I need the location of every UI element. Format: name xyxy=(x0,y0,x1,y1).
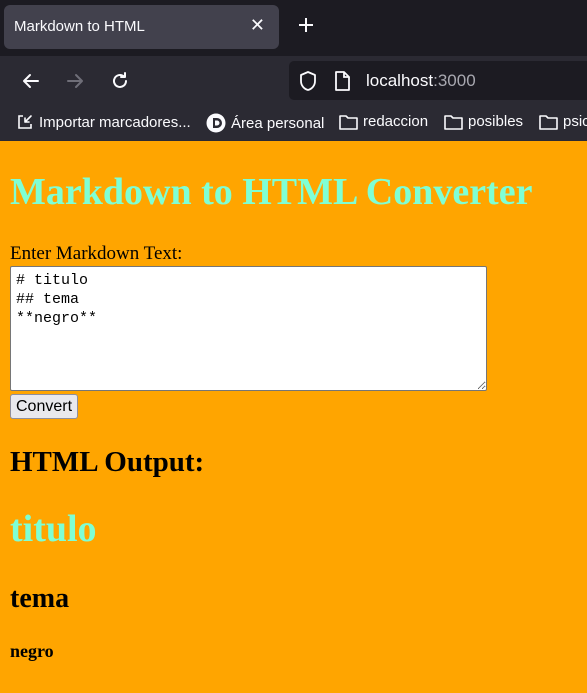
folder-icon xyxy=(444,114,463,130)
bookmark-label: Área personal xyxy=(231,114,325,132)
output-h2: tema xyxy=(10,583,70,614)
shield-icon[interactable] xyxy=(298,70,318,97)
folder-icon xyxy=(539,114,558,130)
markdown-input-label: Enter Markdown Text: xyxy=(10,243,183,264)
url-host: localhost xyxy=(366,71,434,90)
bookmark-label: psic xyxy=(563,113,587,130)
output-h1: titulo xyxy=(10,508,97,550)
browser-tab[interactable]: Markdown to HTML ✕ xyxy=(4,5,279,49)
new-tab-icon[interactable] xyxy=(293,12,319,38)
reload-icon[interactable] xyxy=(105,66,135,96)
markdown-input[interactable]: # titulo ## tema **negro** xyxy=(10,266,487,391)
page-title: Markdown to HTML Converter xyxy=(10,171,533,213)
page-info-icon[interactable] xyxy=(334,71,350,96)
tab-title: Markdown to HTML xyxy=(14,18,145,35)
url-port: :3000 xyxy=(433,71,476,90)
tab-strip: Markdown to HTML ✕ xyxy=(0,0,587,56)
output-heading: HTML Output: xyxy=(10,446,205,478)
url-bar[interactable]: localhost:3000 xyxy=(289,61,587,100)
bookmark-label: posibles xyxy=(468,113,524,130)
convert-button[interactable]: Convert xyxy=(10,394,79,419)
navigation-toolbar: localhost:3000 xyxy=(0,56,587,106)
bookmark-label: Importar marcadores... xyxy=(39,113,191,131)
bookmark-label: redaccion xyxy=(363,113,429,130)
bookmark-import[interactable]: Importar marcadores... xyxy=(16,113,191,131)
bookmark-folder-posibles[interactable]: posibles xyxy=(444,113,523,130)
bookmark-folder-psic[interactable]: psic xyxy=(539,113,587,130)
forward-arrow-icon[interactable] xyxy=(60,66,90,96)
bookmark-area-personal[interactable]: Área personal xyxy=(206,113,324,133)
site-logo-icon xyxy=(206,113,226,133)
close-tab-icon[interactable]: ✕ xyxy=(250,16,265,34)
browser-chrome: Markdown to HTML ✕ localhost:3000 Import… xyxy=(0,0,587,141)
bookmarks-toolbar: Importar marcadores... Área personal red… xyxy=(0,106,587,141)
url-text[interactable]: localhost:3000 xyxy=(366,71,476,91)
import-icon xyxy=(18,115,32,129)
output-strong: negro xyxy=(10,641,54,661)
back-arrow-icon[interactable] xyxy=(16,66,46,96)
bookmark-folder-redaccion[interactable]: redaccion xyxy=(339,113,428,130)
folder-icon xyxy=(339,114,358,130)
